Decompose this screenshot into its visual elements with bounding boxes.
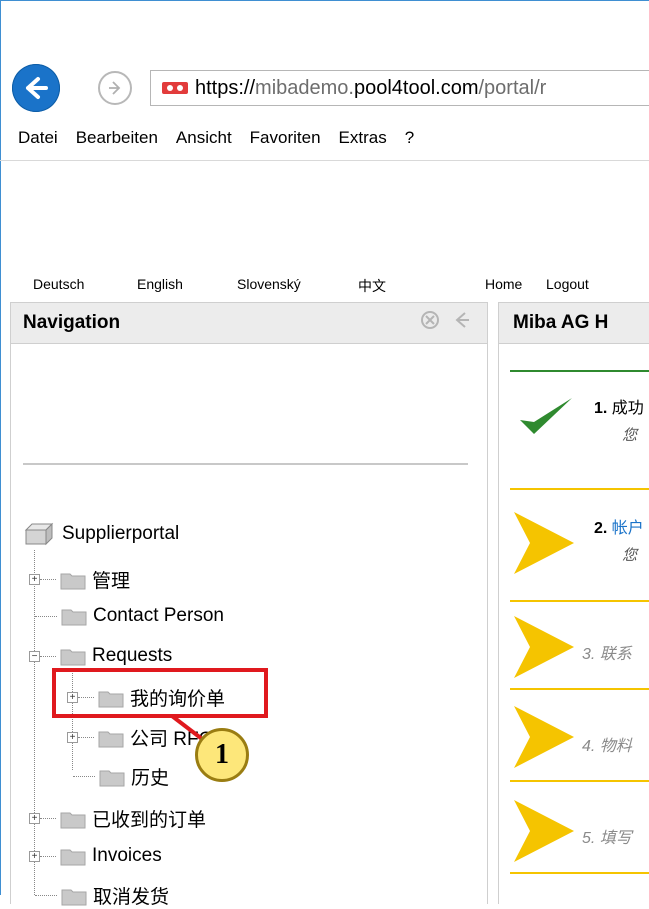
tree-item-label: 取消发货 xyxy=(93,887,170,908)
navigation-title: Navigation xyxy=(23,312,121,333)
step-1-sub: 您 xyxy=(622,427,638,444)
step-label: 成功 xyxy=(611,400,644,417)
url-domain: pool4tool.com xyxy=(353,76,479,99)
expand-icon[interactable]: + xyxy=(67,732,78,743)
chevron-right-icon xyxy=(514,512,574,574)
step-number: 4. xyxy=(582,738,596,755)
tree-item-invoices[interactable]: + Invoices xyxy=(29,845,162,867)
tree-root[interactable]: Supplierportal xyxy=(22,522,179,546)
step-number: 1. xyxy=(594,400,608,417)
folder-icon xyxy=(60,812,86,828)
step-divider xyxy=(510,872,649,874)
folder-icon xyxy=(60,649,86,666)
tree-item-label: Requests xyxy=(92,645,173,666)
lang-english[interactable]: English xyxy=(137,276,183,292)
folder-icon xyxy=(61,889,87,905)
tree-item-contact-person[interactable]: Contact Person xyxy=(35,605,224,627)
folder-icon xyxy=(61,609,87,626)
menu-datei[interactable]: Datei xyxy=(18,128,58,148)
language-bar: Deutsch English Slovenský 中文 Home Logout xyxy=(0,272,649,298)
arrow-left-icon xyxy=(26,77,48,99)
url-path: /portal/r xyxy=(478,76,547,99)
expand-icon[interactable]: + xyxy=(29,850,40,862)
tree-item-label: 管理 xyxy=(92,571,131,592)
step-label: 填写 xyxy=(599,830,632,847)
menu-bearbeiten[interactable]: Bearbeiten xyxy=(76,128,158,148)
main-title: Miba AG H xyxy=(513,312,609,333)
url-scheme: https:// xyxy=(195,76,256,99)
highlight-box xyxy=(52,668,268,718)
menu-divider xyxy=(0,160,649,161)
step-5: 5. 填写 xyxy=(582,824,632,848)
step-divider xyxy=(510,488,649,490)
home-link[interactable]: Home xyxy=(485,276,522,292)
step-divider xyxy=(510,780,649,782)
step-divider xyxy=(510,600,649,602)
cabinet-icon xyxy=(24,522,54,546)
tree-item-guanli[interactable]: + 管理 xyxy=(29,566,130,593)
checkmark-icon xyxy=(520,398,572,434)
collapse-left-icon[interactable] xyxy=(451,309,471,331)
tree-item-label: 已收到的订单 xyxy=(92,810,207,831)
forward-button[interactable] xyxy=(98,71,132,105)
step-4: 4. 物料 xyxy=(582,732,632,756)
lang-deutsch[interactable]: Deutsch xyxy=(33,276,84,292)
tree-item-history[interactable]: 历史 xyxy=(73,763,169,790)
chevron-right-icon xyxy=(514,800,574,862)
step-number: 2. xyxy=(594,520,608,537)
folder-icon xyxy=(99,770,125,786)
tree-item-received-orders[interactable]: + 已收到的订单 xyxy=(29,805,206,832)
folder-icon xyxy=(98,731,124,747)
main-header: Miba AG H xyxy=(498,302,649,344)
tree-root-label: Supplierportal xyxy=(62,523,180,544)
tree-item-label: 历史 xyxy=(131,768,170,789)
step-label[interactable]: 帐户 xyxy=(612,520,644,537)
menu-help[interactable]: ? xyxy=(405,128,414,148)
step-1: 1. 成功 xyxy=(594,394,644,418)
callout-badge: 1 xyxy=(195,728,249,782)
collapse-icon[interactable]: − xyxy=(29,650,40,662)
chevron-right-icon xyxy=(514,616,574,678)
step-divider xyxy=(510,370,649,372)
lang-slovensky[interactable]: Slovenský xyxy=(237,276,301,292)
step-divider xyxy=(510,688,649,690)
navigation-header: Navigation xyxy=(10,302,488,344)
tree-item-cancel-shipment[interactable]: 取消发货 xyxy=(35,882,169,909)
address-bar[interactable]: https://mibademo. pool4tool.com/portal/r xyxy=(150,70,649,106)
menu-extras[interactable]: Extras xyxy=(339,128,387,148)
step-2: 2. 帐户 xyxy=(594,514,644,538)
menu-favoriten[interactable]: Favoriten xyxy=(250,128,321,148)
menu-ansicht[interactable]: Ansicht xyxy=(176,128,232,148)
folder-icon xyxy=(60,849,86,866)
menu-bar: Datei Bearbeiten Ansicht Favoriten Extra… xyxy=(0,122,649,154)
tree-item-label: Invoices xyxy=(92,845,162,866)
back-button[interactable] xyxy=(12,64,60,112)
certificate-icon xyxy=(162,82,188,94)
navigation-divider xyxy=(23,463,468,465)
step-label: 物料 xyxy=(599,738,632,755)
step-number: 3. xyxy=(582,646,596,663)
refresh-icon[interactable] xyxy=(417,309,443,331)
logout-link[interactable]: Logout xyxy=(546,276,589,292)
tree-item-label: Contact Person xyxy=(93,605,224,626)
expand-icon[interactable]: + xyxy=(29,574,40,585)
lang-chinese[interactable]: 中文 xyxy=(358,276,386,296)
step-3: 3. 联系 xyxy=(582,640,632,664)
tree-item-company-rfq[interactable]: + 公司 RFQ xyxy=(67,724,213,751)
folder-icon xyxy=(60,573,86,589)
url-subdomain: mibademo. xyxy=(255,76,354,99)
step-label: 联系 xyxy=(599,646,632,663)
step-2-sub: 您 xyxy=(622,547,638,564)
tree-item-requests[interactable]: − Requests xyxy=(29,645,172,667)
expand-icon[interactable]: + xyxy=(29,813,40,824)
chevron-right-icon xyxy=(514,706,574,768)
tree-line xyxy=(34,550,35,895)
arrow-right-icon xyxy=(109,81,121,95)
step-number: 5. xyxy=(582,830,596,847)
